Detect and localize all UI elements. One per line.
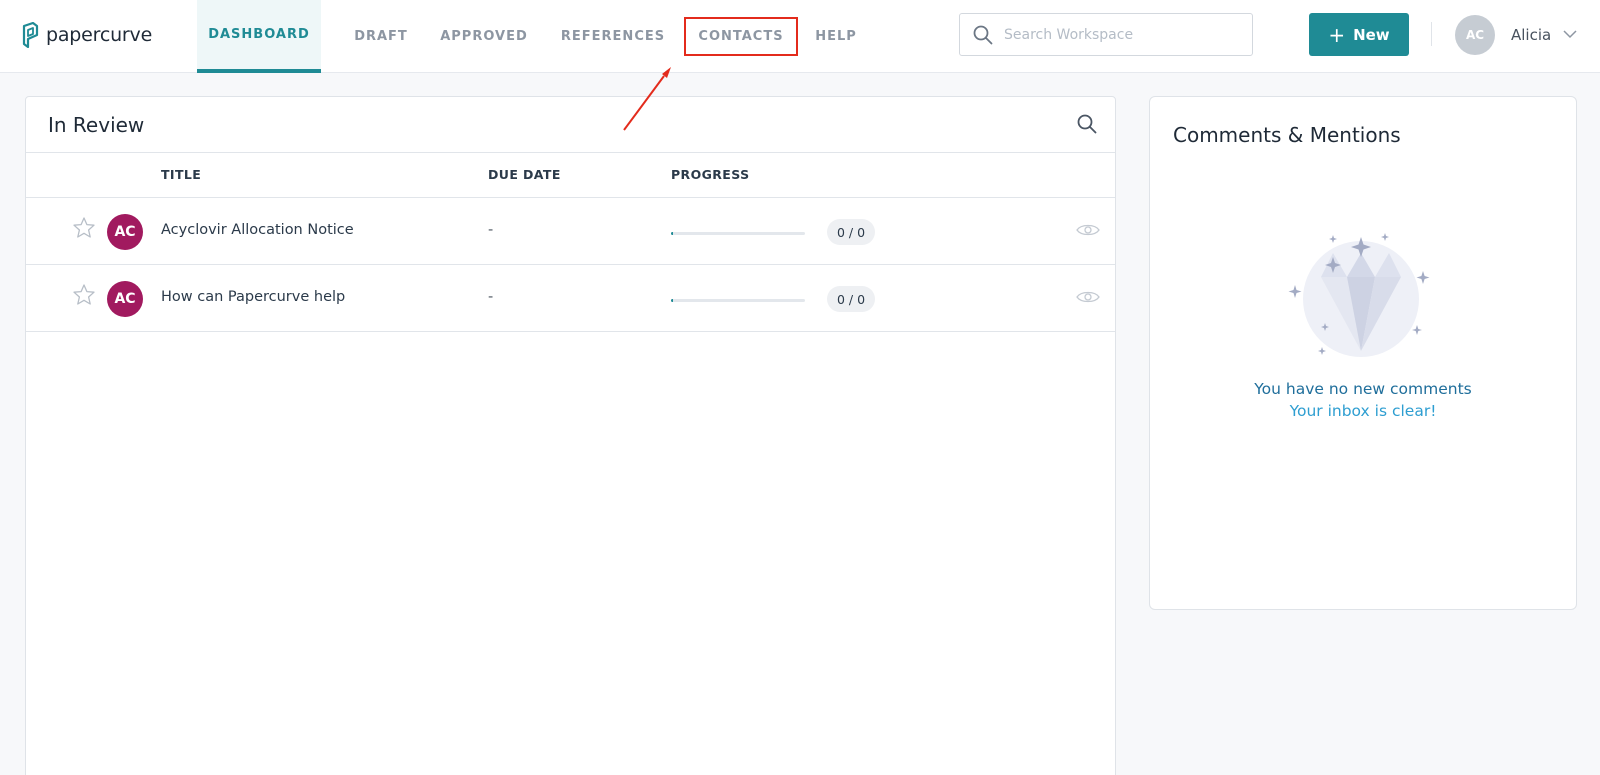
owner-avatar: AC: [107, 214, 143, 250]
column-header-title[interactable]: TITLE: [161, 167, 201, 182]
chevron-down-icon: [1563, 30, 1577, 39]
tab-dashboard-label: DASHBOARD: [208, 27, 310, 42]
new-button-label: New: [1353, 25, 1390, 44]
logo-text: papercurve: [46, 24, 153, 46]
tab-references[interactable]: REFERENCES: [558, 0, 668, 73]
panel-divider: [26, 152, 1115, 153]
tab-contacts-label: CONTACTS: [684, 17, 798, 56]
tab-dashboard[interactable]: DASHBOARD: [197, 0, 321, 73]
comments-title: Comments & Mentions: [1173, 123, 1401, 147]
empty-state-message: You have no new comments: [1254, 380, 1472, 398]
header-divider: [1431, 22, 1432, 46]
search-icon: [973, 25, 993, 45]
comments-mentions-panel: Comments & Mentions You have no new comm…: [1149, 96, 1577, 610]
empty-state-submessage: Your inbox is clear!: [1289, 402, 1437, 420]
top-navigation-bar: papercurve DASHBOARD DRAFT APPROVED REFE…: [0, 0, 1600, 73]
papercurve-logo-icon: [22, 22, 39, 48]
column-header-progress[interactable]: PROGRESS: [671, 167, 749, 182]
tab-references-label: REFERENCES: [560, 29, 666, 44]
star-icon[interactable]: [72, 216, 96, 240]
new-button[interactable]: + New: [1309, 13, 1409, 56]
document-title[interactable]: Acyclovir Allocation Notice: [161, 222, 354, 238]
user-name: Alicia: [1511, 25, 1552, 44]
document-title[interactable]: How can Papercurve help: [161, 289, 345, 305]
app-logo[interactable]: papercurve: [20, 21, 152, 49]
due-date: -: [488, 289, 494, 305]
table-row[interactable]: AC How can Papercurve help - 0 / 0: [26, 265, 1115, 332]
plus-icon: +: [1328, 22, 1346, 47]
owner-avatar: AC: [107, 281, 143, 317]
progress-bar: [671, 299, 805, 302]
tab-draft-label: DRAFT: [354, 29, 408, 44]
tab-help-label: HELP: [815, 29, 857, 44]
due-date: -: [488, 222, 494, 238]
tab-approved[interactable]: APPROVED: [437, 0, 531, 73]
progress-fill: [671, 299, 673, 302]
panel-title: In Review: [48, 113, 145, 137]
tab-help[interactable]: HELP: [808, 0, 864, 73]
star-icon[interactable]: [72, 283, 96, 307]
table-row[interactable]: AC Acyclovir Allocation Notice - 0 / 0: [26, 198, 1115, 265]
user-menu[interactable]: AC Alicia: [1455, 13, 1577, 56]
eye-icon[interactable]: [1076, 289, 1100, 305]
progress-count-badge: 0 / 0: [827, 219, 875, 245]
tab-draft[interactable]: DRAFT: [352, 0, 410, 73]
progress-count-badge: 0 / 0: [827, 286, 875, 312]
column-header-due-date[interactable]: DUE DATE: [488, 167, 561, 182]
diamond-sparkle-icon: [1288, 233, 1430, 357]
tab-contacts[interactable]: CONTACTS: [684, 0, 798, 73]
user-avatar: AC: [1455, 14, 1495, 55]
workspace-search[interactable]: [959, 13, 1253, 56]
progress-bar: [671, 232, 805, 235]
tab-approved-label: APPROVED: [440, 29, 528, 44]
eye-icon[interactable]: [1076, 222, 1100, 238]
search-input[interactable]: [1004, 26, 1244, 43]
panel-search-icon[interactable]: [1077, 114, 1097, 134]
in-review-panel: In Review TITLE DUE DATE PROGRESS AC Acy…: [25, 96, 1116, 775]
progress-fill: [671, 232, 673, 235]
